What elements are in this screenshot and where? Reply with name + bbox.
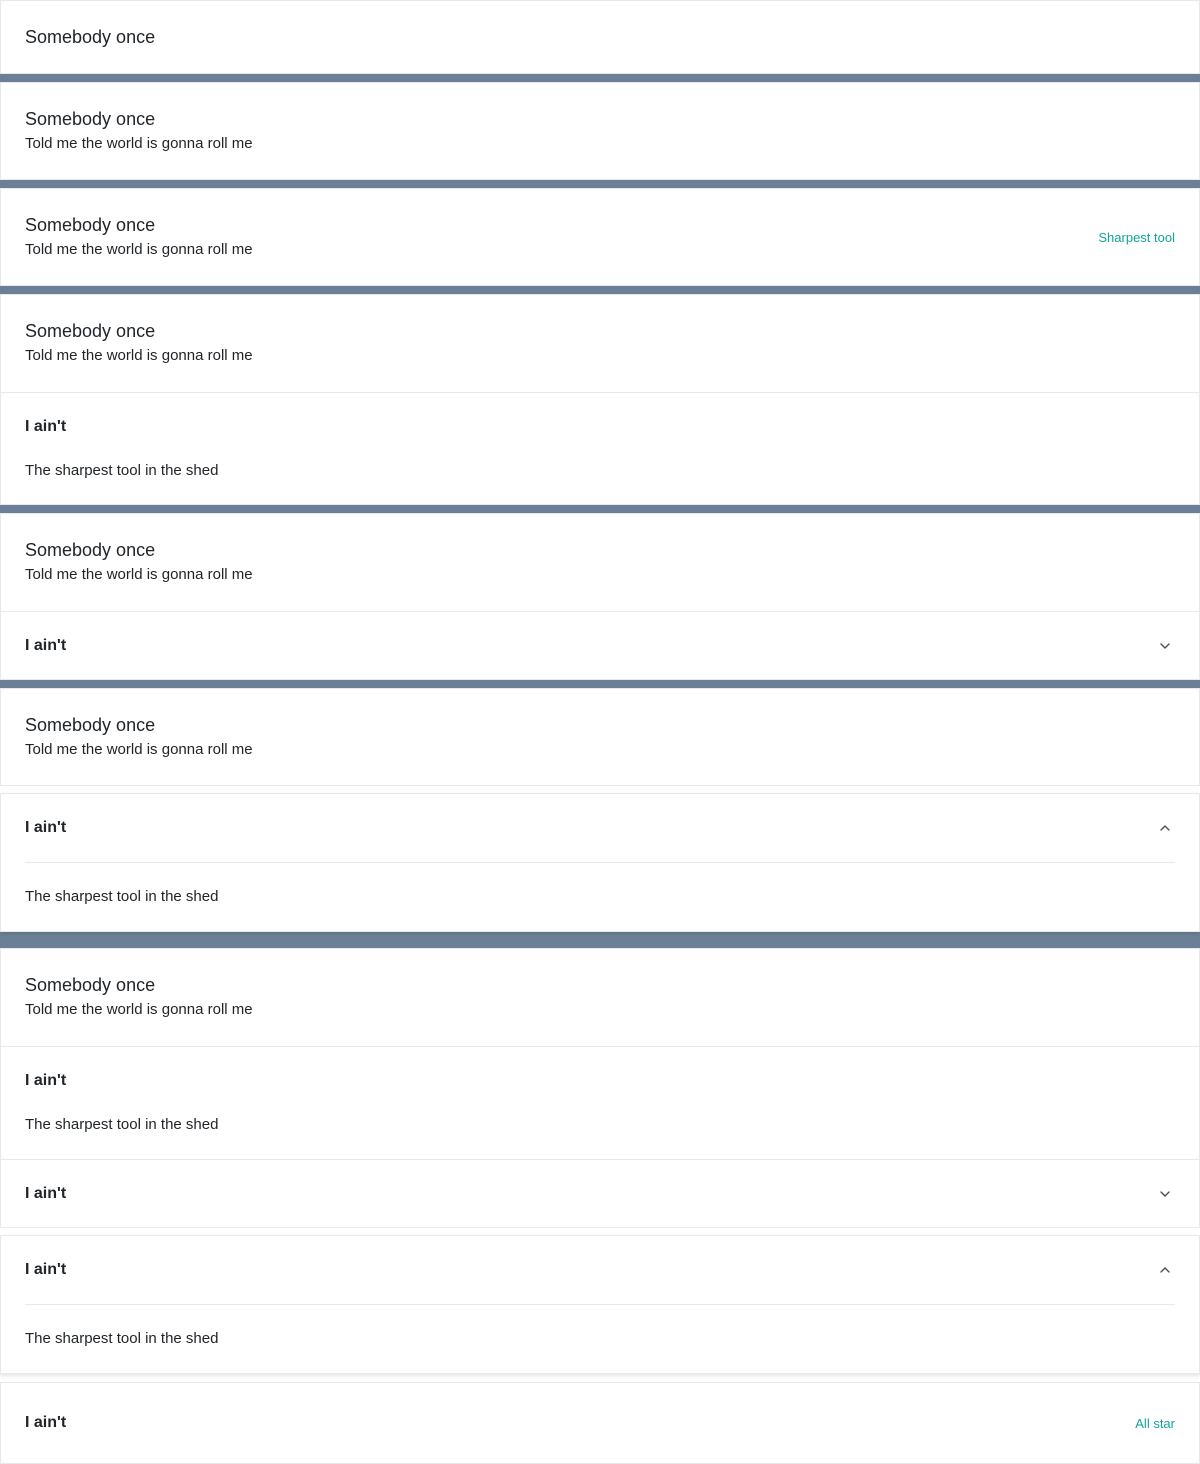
card-title: Somebody once [25,540,156,560]
card-subtitle: Told me the world is gonna roll me [25,135,253,152]
combined-card: Somebody once Told me the world is gonna… [0,948,1200,1228]
section-divider [25,1304,1175,1305]
card-group-expanded: Somebody once Told me the world is gonna… [0,688,1200,932]
card-with-section: Somebody once Told me the world is gonna… [0,294,1200,505]
card-subtitle: Told me the world is gonna roll me [25,1001,253,1018]
chevron-up-icon[interactable] [1157,820,1173,836]
card-title: Somebody once [25,715,156,735]
card-title-subtitle: Somebody once Told me the world is gonna… [0,82,1200,180]
card-group-combined: Somebody once Told me the world is gonna… [0,948,1200,1464]
card-header-part: Somebody once Told me the world is gonna… [0,688,1200,786]
card-header: Somebody once Told me the world is gonna… [1,689,1199,785]
section-body: The sharpest tool in the shed [25,1116,219,1133]
card-subtitle: Told me the world is gonna roll me [25,566,253,583]
card-title: Somebody once [25,321,156,341]
expanded-section-toggle[interactable]: I ain't [1,1236,1199,1304]
card-subtitle: Told me the world is gonna roll me [25,347,253,364]
card-section: I ain't The sharpest tool in the shed [1,392,1199,505]
section-divider [25,862,1175,863]
card-title: Somebody once [25,27,156,47]
section-title: I ain't [25,1185,67,1202]
collapsible-section-toggle[interactable]: I ain't [1,1159,1199,1228]
sharpest-tool-link[interactable]: Sharpest tool [1098,230,1175,245]
expanded-section-toggle[interactable]: I ain't [1,794,1199,862]
card-header: Somebody once Told me the world is gonna… [1,514,1199,610]
card-subtitle: Told me the world is gonna roll me [25,741,253,758]
section-body: The sharpest tool in the shed [25,1330,219,1347]
expanded-section-card: I ain't The sharpest tool in the shed [0,1235,1200,1374]
card-with-action: Somebody once Told me the world is gonna… [0,188,1200,286]
chevron-up-icon[interactable] [1157,1262,1173,1278]
section-title: I ain't [25,819,67,836]
section-title: I ain't [25,1072,67,1089]
card-title-only: Somebody once [0,0,1200,74]
expanded-section-card: I ain't The sharpest tool in the shed [0,793,1200,932]
all-star-link[interactable]: All star [1135,1416,1175,1431]
section-card-with-action: I ain't All star [0,1382,1200,1464]
card-title: Somebody once [25,109,156,129]
section-title: I ain't [25,637,67,654]
section-title: I ain't [25,418,67,435]
card-title: Somebody once [25,215,156,235]
section-title: I ain't [25,1414,67,1431]
chevron-down-icon[interactable] [1157,1186,1173,1202]
chevron-down-icon[interactable] [1157,638,1173,654]
card-header-text: Somebody once Told me the world is gonna… [25,214,253,260]
card-subtitle: Told me the world is gonna roll me [25,241,253,258]
card-with-collapsed-section: Somebody once Told me the world is gonna… [0,513,1200,680]
card-title: Somebody once [25,975,156,995]
card-header: Somebody once Told me the world is gonna… [1,295,1199,391]
section-body: The sharpest tool in the shed [25,888,219,905]
collapsible-section-toggle[interactable]: I ain't [1,611,1199,680]
card-header: Somebody once Told me the world is gonna… [1,189,1199,285]
card-header: Somebody once Told me the world is gonna… [1,83,1199,179]
section-body: The sharpest tool in the shed [25,462,219,479]
card-header: Somebody once Told me the world is gonna… [1,949,1199,1045]
card-section: I ain't The sharpest tool in the shed [1,1046,1199,1159]
section-title: I ain't [25,1261,67,1278]
card-header: Somebody once [1,1,1199,73]
